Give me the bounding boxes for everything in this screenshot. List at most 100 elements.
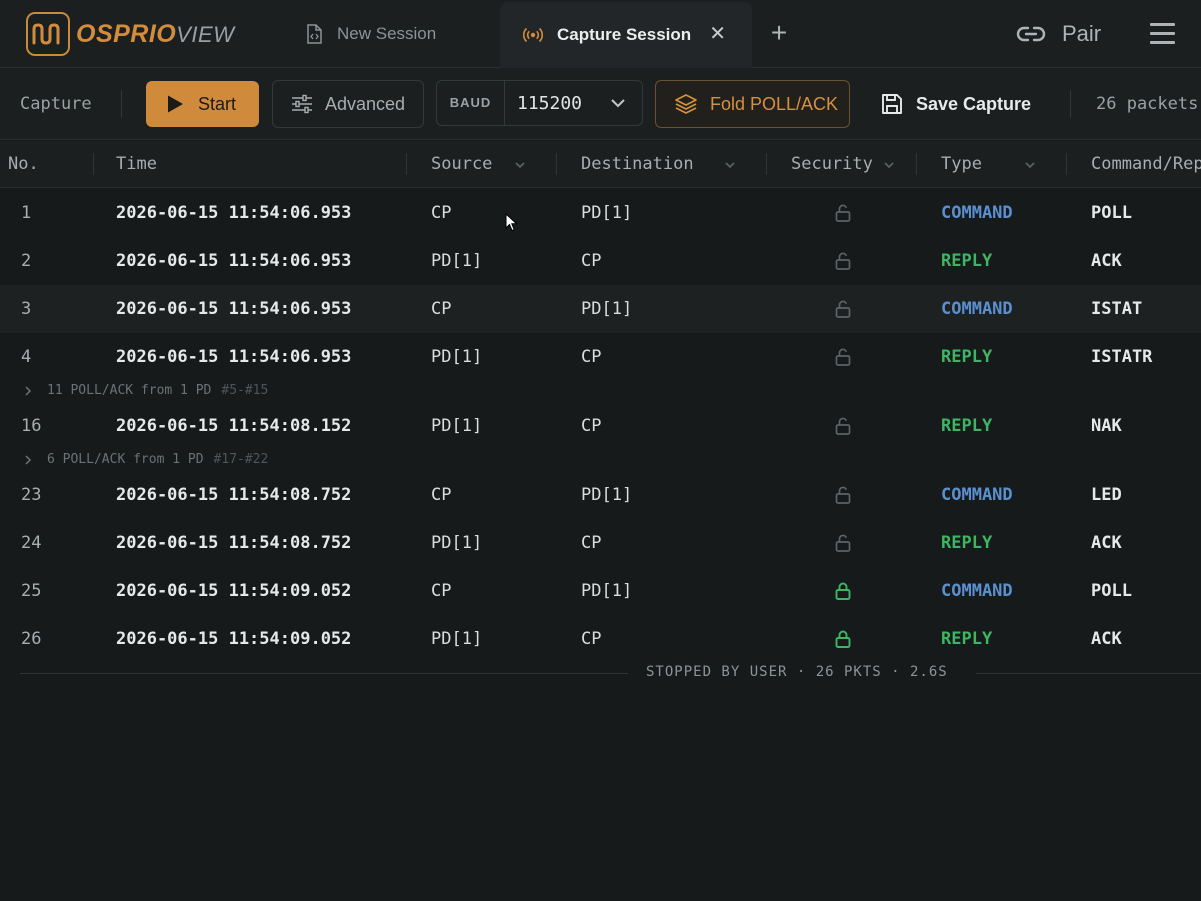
cell-type: COMMAND xyxy=(941,299,1013,319)
cell-no: 23 xyxy=(21,485,42,505)
tab-label: Capture Session xyxy=(557,25,692,44)
broadcast-icon xyxy=(523,27,543,43)
tab-new-session[interactable]: New Session xyxy=(288,2,498,66)
folded-group-row[interactable]: 6 POLL/ACK from 1 PD #17-#22 xyxy=(0,450,1201,471)
start-button[interactable]: Start xyxy=(146,81,259,127)
column-divider xyxy=(766,153,767,175)
cell-destination: CP xyxy=(581,251,602,271)
cell-time: 2026-06-15 11:54:08.152 xyxy=(116,416,352,436)
logo-wave-icon xyxy=(26,12,70,56)
baud-select[interactable]: BAUD 115200 xyxy=(436,80,643,126)
app-logo: OSPRIOVIEW xyxy=(26,12,234,56)
table-row[interactable]: 25 2026-06-15 11:54:09.052 CP PD[1] COMMAND P… xyxy=(0,567,1201,615)
mouse-cursor-icon xyxy=(505,213,518,232)
lock-open-icon xyxy=(833,203,853,223)
cell-source: PD[1] xyxy=(431,533,483,553)
play-icon xyxy=(166,94,184,114)
cell-source: CP xyxy=(431,203,452,223)
cell-time: 2026-06-15 11:54:08.752 xyxy=(116,485,352,505)
table-row[interactable]: 4 2026-06-15 11:54:06.953 PD[1] CP REPLY ISTA… xyxy=(0,333,1201,381)
cell-source: PD[1] xyxy=(431,347,483,367)
column-header-command-reply[interactable]: Command/Reply xyxy=(1091,141,1201,187)
chevron-right-icon xyxy=(24,455,32,465)
close-tab-icon[interactable]: ✕ xyxy=(709,24,726,44)
table-row[interactable]: 16 2026-06-15 11:54:08.152 PD[1] CP REPLY NAK xyxy=(0,402,1201,450)
cell-time: 2026-06-15 11:54:09.052 xyxy=(116,581,352,601)
cell-source: PD[1] xyxy=(431,251,483,271)
column-header-security[interactable]: Security xyxy=(791,141,873,187)
cell-source: CP xyxy=(431,485,452,505)
cell-time: 2026-06-15 11:54:06.953 xyxy=(116,251,352,271)
column-header-destination[interactable]: Destination xyxy=(581,141,694,187)
link-icon xyxy=(1016,24,1046,44)
fold-poll-ack-button[interactable]: Fold POLL/ACK xyxy=(655,80,850,128)
cell-command-reply: ISTATR xyxy=(1091,347,1153,367)
cell-destination: PD[1] xyxy=(581,203,633,223)
table-row[interactable]: 2 2026-06-15 11:54:06.953 PD[1] CP REPLY ACK xyxy=(0,237,1201,285)
cell-command-reply: NAK xyxy=(1091,416,1122,436)
lock-open-icon xyxy=(833,533,853,553)
filter-chevron-icon[interactable] xyxy=(883,159,895,171)
footer-divider xyxy=(20,673,628,674)
pair-button[interactable]: Pair xyxy=(1016,16,1101,52)
cell-command-reply: ACK xyxy=(1091,629,1122,649)
start-label: Start xyxy=(198,93,237,114)
add-tab-button[interactable]: + xyxy=(766,18,792,48)
cell-time: 2026-06-15 11:54:06.953 xyxy=(116,299,352,319)
save-label: Save Capture xyxy=(916,93,1032,114)
logo-wordmark: OSPRIOVIEW xyxy=(76,20,234,49)
cell-type: REPLY xyxy=(941,416,993,436)
column-header-time[interactable]: Time xyxy=(116,141,157,187)
hamburger-icon xyxy=(1150,32,1175,35)
capture-status: STOPPED BY USER · 26 PKTS · 2.6S xyxy=(646,664,948,680)
folded-group-row[interactable]: 11 POLL/ACK from 1 PD #5-#15 xyxy=(0,381,1201,402)
cell-command-reply: POLL xyxy=(1091,203,1132,223)
filter-chevron-icon[interactable] xyxy=(1024,159,1036,171)
column-header-no[interactable]: No. xyxy=(8,141,39,187)
lock-open-icon xyxy=(833,416,853,436)
cell-type: REPLY xyxy=(941,629,993,649)
logo-primary: OSPRIO xyxy=(76,19,177,48)
baud-label: BAUD xyxy=(437,81,505,125)
cell-time: 2026-06-15 11:54:08.752 xyxy=(116,533,352,553)
cell-type: COMMAND xyxy=(941,581,1013,601)
column-divider xyxy=(406,153,407,175)
cell-command-reply: LED xyxy=(1091,485,1122,505)
hamburger-icon xyxy=(1150,23,1175,26)
file-code-icon xyxy=(305,24,323,44)
column-header-source[interactable]: Source xyxy=(431,141,492,187)
cell-type: REPLY xyxy=(941,347,993,367)
lock-open-icon xyxy=(833,485,853,505)
lock-open-icon xyxy=(833,299,853,319)
table-row[interactable]: 3 2026-06-15 11:54:06.953 CP PD[1] COMMAND IS… xyxy=(0,285,1201,333)
table-row[interactable]: 1 2026-06-15 11:54:06.953 CP PD[1] COMMAND PO… xyxy=(0,189,1201,237)
tab-capture-session[interactable]: Capture Session ✕ xyxy=(500,2,752,68)
advanced-button[interactable]: Advanced xyxy=(272,80,424,128)
cell-destination: CP xyxy=(581,629,602,649)
folded-group-text: 6 POLL/ACK from 1 PD xyxy=(47,452,204,467)
folded-group-label: 11 POLL/ACK from 1 PD #5-#15 xyxy=(47,383,268,398)
filter-chevron-icon[interactable] xyxy=(514,159,526,171)
table-row[interactable]: 26 2026-06-15 11:54:09.052 PD[1] CP REPLY ACK xyxy=(0,615,1201,663)
column-divider xyxy=(916,153,917,175)
save-capture-button[interactable]: Save Capture xyxy=(880,80,1050,128)
cell-command-reply: POLL xyxy=(1091,581,1132,601)
column-header-type[interactable]: Type xyxy=(941,141,982,187)
folded-group-range: #5-#15 xyxy=(221,383,269,398)
filter-chevron-icon[interactable] xyxy=(724,159,736,171)
cell-no: 3 xyxy=(21,299,32,319)
cell-command-reply: ACK xyxy=(1091,533,1122,553)
footer-divider xyxy=(976,673,1201,674)
lock-open-icon xyxy=(833,251,853,271)
menu-button[interactable] xyxy=(1150,21,1176,45)
table-row[interactable]: 23 2026-06-15 11:54:08.752 CP PD[1] COMMAND L… xyxy=(0,471,1201,519)
column-divider xyxy=(1066,153,1067,175)
cell-destination: CP xyxy=(581,347,602,367)
folded-group-text: 11 POLL/ACK from 1 PD xyxy=(47,383,212,398)
toolbar-divider xyxy=(1070,90,1071,118)
cell-no: 25 xyxy=(21,581,42,601)
cell-time: 2026-06-15 11:54:06.953 xyxy=(116,203,352,223)
sliders-icon xyxy=(291,94,313,114)
cell-source: CP xyxy=(431,299,452,319)
table-row[interactable]: 24 2026-06-15 11:54:08.752 PD[1] CP REPLY ACK xyxy=(0,519,1201,567)
